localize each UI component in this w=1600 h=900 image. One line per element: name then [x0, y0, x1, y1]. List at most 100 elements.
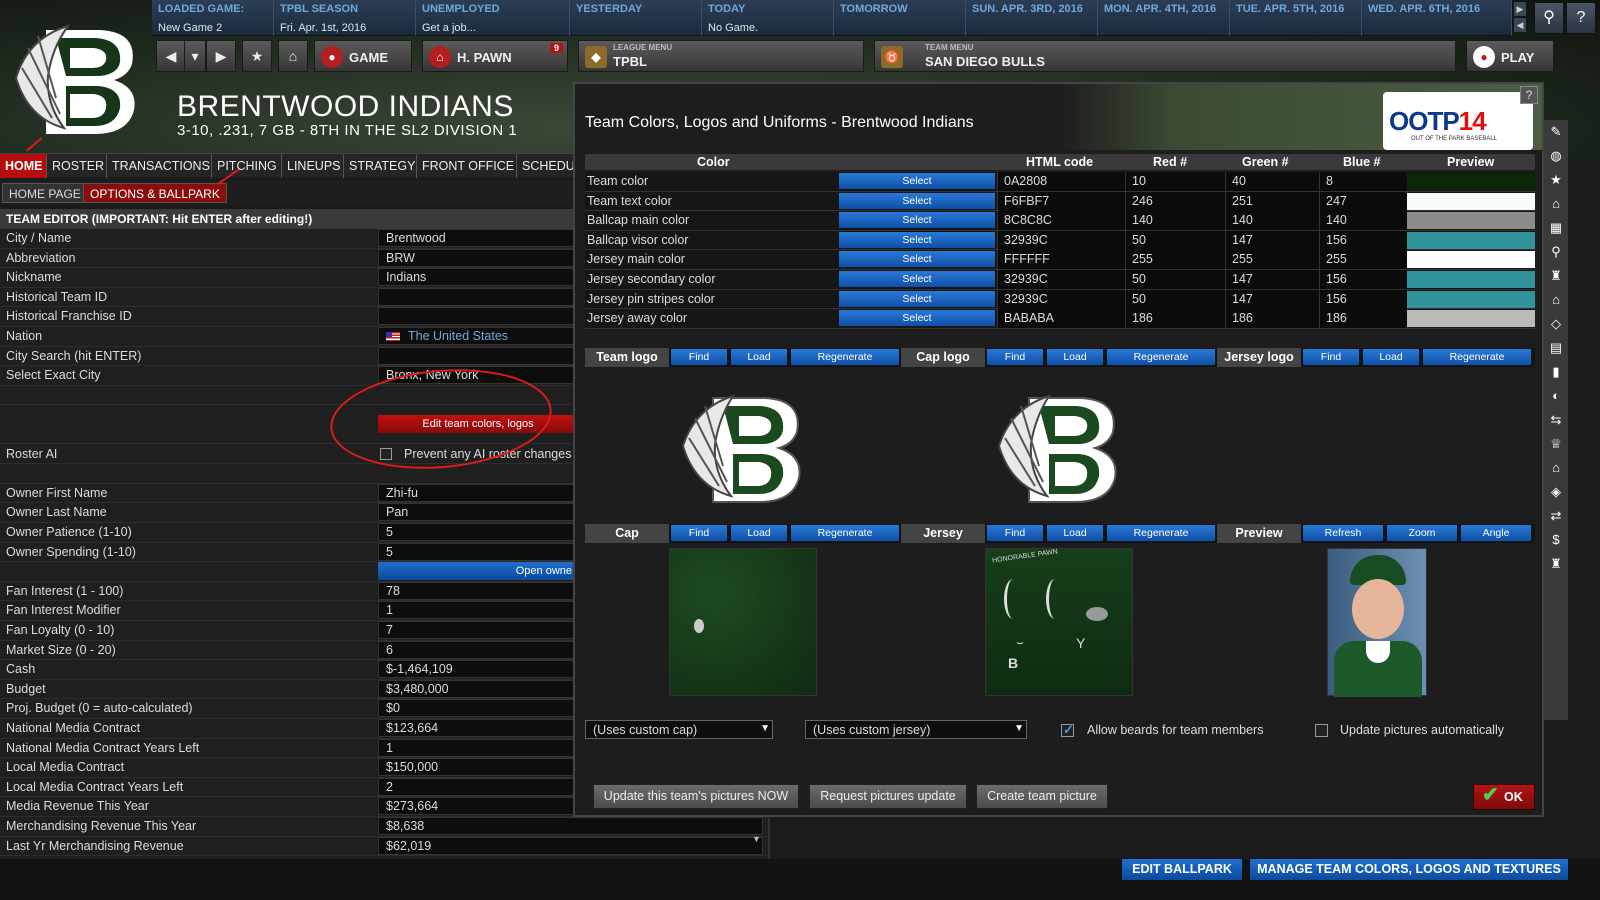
bar-chart-icon[interactable]: ▮	[1546, 362, 1566, 382]
search-icon[interactable]: ⚲	[1546, 242, 1566, 262]
jersey-load-button[interactable]: Load	[1047, 525, 1103, 541]
home-icon[interactable]: ⌂	[278, 40, 308, 72]
color-select-button[interactable]: Select	[839, 271, 995, 287]
day-col-3[interactable]: TUE. APR. 5TH, 2016	[1230, 0, 1362, 36]
forward-icon[interactable]: ▶	[206, 40, 236, 72]
last-yr-merch-input[interactable]: $62,019	[378, 836, 763, 855]
color-r-input[interactable]: 140	[1125, 211, 1225, 231]
today-col[interactable]: TODAY No Game.	[702, 0, 834, 36]
jersey-regenerate-button[interactable]: Regenerate	[1107, 525, 1215, 541]
color-select-button[interactable]: Select	[839, 231, 995, 248]
color-g-input[interactable]: 255	[1225, 250, 1319, 270]
color-html-input[interactable]: BABABA	[997, 309, 1125, 329]
merch-revenue-input[interactable]: $8,638	[378, 817, 763, 835]
color-html-input[interactable]: 32939C	[997, 270, 1125, 289]
color-g-input[interactable]: 251	[1225, 191, 1319, 211]
color-b-input[interactable]: 156	[1319, 289, 1407, 309]
exchange-icon[interactable]: ⇆	[1546, 410, 1566, 430]
star-icon[interactable]: ★	[1546, 170, 1566, 190]
timeline-next-icon[interactable]: ▶	[1514, 2, 1526, 16]
cap-logo-regenerate-button[interactable]: Regenerate	[1107, 349, 1215, 365]
tab-roster[interactable]: ROSTER	[47, 154, 107, 178]
history-dropdown-icon[interactable]: ▾	[184, 40, 206, 72]
color-r-input[interactable]: 50	[1125, 270, 1225, 289]
subtab-options-ballpark[interactable]: OPTIONS & BALLPARK	[83, 183, 227, 203]
color-r-input[interactable]: 10	[1125, 172, 1225, 191]
jersey-logo-regenerate-button[interactable]: Regenerate	[1423, 349, 1531, 365]
tab-pitching[interactable]: PITCHING	[212, 154, 282, 178]
season-col[interactable]: TPBL SEASON Fri. Apr. 1st, 2016	[274, 0, 416, 36]
allow-beards-checkbox[interactable]	[1061, 722, 1074, 738]
color-b-input[interactable]: 255	[1319, 250, 1407, 270]
color-html-input[interactable]: 32939C	[997, 289, 1125, 309]
update-pictures-now-button[interactable]: Update this team's pictures NOW	[593, 784, 799, 809]
color-b-input[interactable]: 8	[1319, 172, 1407, 191]
home-icon[interactable]: ⌂	[1546, 194, 1566, 214]
manage-team-colors-button[interactable]: MANAGE TEAM COLORS, LOGOS AND TEXTURES	[1250, 859, 1568, 880]
team-menu-button[interactable]: ♉ TEAM MENU SAN DIEGO BULLS	[874, 40, 1456, 72]
color-b-input[interactable]: 247	[1319, 191, 1407, 211]
color-r-input[interactable]: 50	[1125, 230, 1225, 250]
diamond-icon[interactable]: ◇	[1546, 314, 1566, 334]
color-b-input[interactable]: 186	[1319, 309, 1407, 329]
color-html-input[interactable]: 0A2808	[997, 172, 1125, 191]
calendar-icon[interactable]: ▦	[1546, 218, 1566, 238]
color-select-button[interactable]: Select	[839, 192, 995, 209]
award-icon[interactable]: ♕	[1546, 434, 1566, 454]
color-html-input[interactable]: 8C8C8C	[997, 211, 1125, 231]
yesterday-col[interactable]: YESTERDAY	[570, 0, 702, 36]
cap-load-button[interactable]: Load	[731, 525, 787, 541]
jersey-select[interactable]: (Uses custom jersey) ▼	[805, 720, 1027, 739]
game-menu-button[interactable]: ● GAME	[314, 40, 412, 72]
tab-transactions[interactable]: TRANSACTIONS	[107, 154, 212, 178]
color-r-input[interactable]: 255	[1125, 250, 1225, 270]
open-owner-button[interactable]: Open owne	[378, 562, 578, 581]
help-icon[interactable]: ?	[1566, 2, 1596, 34]
tomorrow-col[interactable]: TOMORROW	[834, 0, 966, 36]
cap-select[interactable]: (Uses custom cap) ▼	[585, 720, 773, 739]
color-html-input[interactable]: F6FBF7	[997, 191, 1125, 211]
jersey-logo-load-button[interactable]: Load	[1363, 349, 1419, 365]
color-b-input[interactable]: 156	[1319, 270, 1407, 289]
baseball-icon[interactable]: ◐	[1546, 386, 1566, 406]
team-logo-regenerate-button[interactable]: Regenerate	[791, 349, 899, 365]
subtab-home-page[interactable]: HOME PAGE	[2, 183, 88, 203]
trophy-icon[interactable]: ♜	[1546, 554, 1566, 574]
preview-zoom-button[interactable]: Zoom	[1387, 525, 1457, 541]
cap-logo-load-button[interactable]: Load	[1047, 349, 1103, 365]
bookmark-star-icon[interactable]: ★	[242, 40, 272, 72]
tab-schedule[interactable]: SCHEDULE	[517, 154, 580, 178]
tab-strategy[interactable]: STRATEGY	[344, 154, 417, 178]
color-r-input[interactable]: 246	[1125, 191, 1225, 211]
jersey-find-button[interactable]: Find	[987, 525, 1043, 541]
team-logo-find-button[interactable]: Find	[671, 349, 727, 365]
tab-lineups[interactable]: LINEUPS	[282, 154, 344, 178]
create-team-picture-button[interactable]: Create team picture	[976, 784, 1108, 809]
play-button[interactable]: ● PLAY	[1466, 40, 1554, 72]
color-g-input[interactable]: 186	[1225, 309, 1319, 329]
preview-angle-button[interactable]: Angle	[1461, 525, 1531, 541]
trophy-icon[interactable]: ♜	[1546, 266, 1566, 286]
grid-icon[interactable]: ▤	[1546, 338, 1566, 358]
edit-pencil-icon[interactable]: ✎	[1546, 122, 1566, 142]
color-g-input[interactable]: 147	[1225, 230, 1319, 250]
dollar-icon[interactable]: $	[1546, 530, 1566, 550]
color-html-input[interactable]: 32939C	[997, 230, 1125, 250]
color-select-button[interactable]: Select	[839, 310, 995, 327]
dialog-help-button[interactable]: ?	[1520, 86, 1538, 104]
cap-logo-find-button[interactable]: Find	[987, 349, 1043, 365]
manager-menu-button[interactable]: ⌂ H. PAWN 9	[422, 40, 568, 72]
tab-home[interactable]: HOME	[0, 154, 47, 178]
job-col[interactable]: UNEMPLOYED Get a job...	[416, 0, 570, 36]
jersey-logo-find-button[interactable]: Find	[1303, 349, 1359, 365]
league-menu-button[interactable]: ◆ LEAGUE MENU TPBL	[578, 40, 864, 72]
color-html-input[interactable]: FFFFFF	[997, 250, 1125, 270]
color-g-input[interactable]: 147	[1225, 289, 1319, 309]
edit-ballpark-button[interactable]: EDIT BALLPARK	[1122, 859, 1242, 880]
color-select-button[interactable]: Select	[839, 212, 995, 229]
color-r-input[interactable]: 50	[1125, 289, 1225, 309]
color-b-input[interactable]: 140	[1319, 211, 1407, 231]
update-auto-checkbox[interactable]	[1315, 724, 1328, 737]
color-select-button[interactable]: Select	[839, 251, 995, 268]
day-col-4[interactable]: WED. APR. 6TH, 2016	[1362, 0, 1512, 36]
